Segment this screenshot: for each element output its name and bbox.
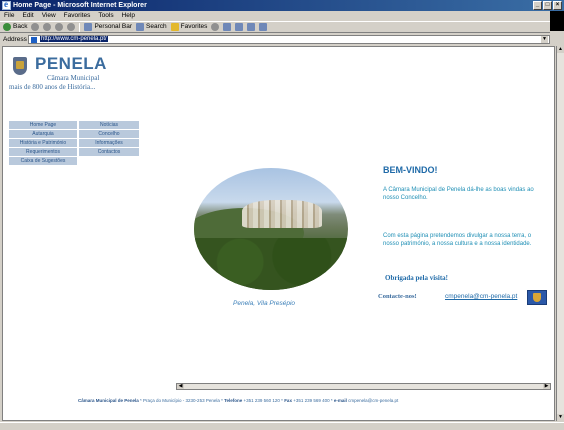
nav-home-page[interactable]: Home Page: [9, 121, 77, 129]
address-bar: Address http://www.cm-penela.pt/ ▼: [0, 34, 564, 45]
favorites-icon: [170, 23, 179, 31]
close-button[interactable]: ×: [553, 1, 562, 10]
photo-caption: Penela, Vila Presépio: [233, 300, 296, 307]
search-button[interactable]: Search: [136, 21, 167, 33]
address-label: Address: [3, 36, 27, 43]
town-photo: [194, 168, 348, 290]
site-title: PENELA: [35, 54, 107, 73]
address-url: http://www.cm-penela.pt/: [40, 36, 108, 42]
home-icon[interactable]: [67, 23, 76, 31]
edit-icon[interactable]: [247, 23, 256, 31]
refresh-icon[interactable]: [55, 23, 64, 31]
print-icon[interactable]: [235, 23, 244, 31]
site-tagline: mais de 800 anos de História...: [9, 83, 96, 91]
nav-historia[interactable]: História e Património: [9, 139, 77, 147]
footer-email: cmpenela@cm-penela.pt: [346, 398, 399, 403]
footer-phone: +351 239 560 120 *: [242, 398, 285, 403]
site-subtitle: Câmara Municipal: [47, 74, 100, 82]
nav-concelho[interactable]: Concelho: [79, 130, 139, 138]
page-content: PENELA Câmara Municipal mais de 800 anos…: [2, 46, 555, 421]
discuss-icon[interactable]: [259, 23, 268, 31]
status-bar: [0, 422, 564, 430]
footer-email-label: e-mail: [333, 398, 347, 403]
windows-logo-icon: [550, 11, 564, 31]
contact-email-link[interactable]: cmpenela@cm-penela.pt: [445, 293, 517, 300]
welcome-intro: A Câmara Municipal de Penela dá-lhe as b…: [383, 187, 534, 201]
municipal-flag-icon[interactable]: [527, 290, 547, 305]
forward-icon[interactable]: [31, 23, 40, 31]
address-input[interactable]: http://www.cm-penela.pt/ ▼: [28, 35, 550, 44]
ie-icon: [2, 0, 11, 10]
search-icon: [136, 23, 145, 31]
menu-bar: File Edit View Favorites Tools Help: [0, 11, 564, 21]
nav-requerimentos[interactable]: Requerimentos: [9, 148, 77, 156]
back-arrow-icon: [3, 23, 11, 31]
toolbar: Back Personal Bar Search Favorites: [0, 21, 550, 33]
menu-favorites[interactable]: Favorites: [64, 11, 91, 21]
welcome-heading: BEM-VINDO!: [383, 165, 438, 175]
menu-view[interactable]: View: [42, 11, 56, 21]
personal-bar-button[interactable]: Personal Bar: [84, 21, 132, 33]
title-bar: Home Page - Microsoft Internet Explorer …: [0, 0, 564, 11]
nav-contactos[interactable]: Contactos: [79, 148, 139, 156]
window-title: Home Page - Microsoft Internet Explorer: [13, 2, 147, 9]
menu-edit[interactable]: Edit: [22, 11, 33, 21]
scroll-up-icon[interactable]: ▲: [557, 46, 564, 53]
footer-phone-label: Telefone: [224, 398, 243, 403]
browser-window: Home Page - Microsoft Internet Explorer …: [0, 0, 564, 430]
footer-address: * Praça do Município - 3230-253 Penela *: [138, 398, 225, 403]
vertical-scrollbar[interactable]: ▲ ▼: [556, 46, 564, 421]
toolbar-separator: [79, 22, 81, 32]
history-icon[interactable]: [211, 23, 220, 31]
horizontal-scrollbar[interactable]: ◀ ▶: [176, 383, 551, 390]
footer-fax: +351 239 569 400 *: [291, 398, 334, 403]
footer: Câmara Municipal de Penela * Praça do Mu…: [78, 398, 543, 403]
back-label: Back: [13, 23, 28, 30]
site-nav: Home Page Notícias Autarquia Concelho Hi…: [9, 121, 139, 165]
menu-file[interactable]: File: [4, 11, 14, 21]
chevron-down-icon[interactable]: ▼: [541, 36, 548, 43]
favorites-label: Favorites: [180, 23, 208, 30]
stop-icon[interactable]: [43, 23, 52, 31]
minimize-button[interactable]: _: [533, 1, 542, 10]
menu-help[interactable]: Help: [122, 11, 135, 21]
scroll-left-icon[interactable]: ◀: [177, 384, 184, 389]
page-icon: [31, 37, 37, 43]
thanks-text: Obrigada pela visita!: [385, 274, 449, 282]
footer-fax-label: Fax: [284, 398, 292, 403]
nav-noticias[interactable]: Notícias: [79, 121, 139, 129]
coat-of-arms-icon: [13, 57, 27, 75]
personal-bar-label: Personal Bar: [94, 23, 133, 30]
scroll-down-icon[interactable]: ▼: [557, 414, 564, 421]
scroll-right-icon[interactable]: ▶: [543, 384, 550, 389]
nav-autarquia[interactable]: Autarquia: [9, 130, 77, 138]
mail-icon[interactable]: [223, 23, 232, 31]
search-label: Search: [146, 23, 167, 30]
menu-tools[interactable]: Tools: [98, 11, 113, 21]
personal-bar-icon: [84, 23, 93, 31]
nav-sugestoes[interactable]: Caixa de Sugestões: [9, 157, 77, 165]
maximize-button[interactable]: □: [543, 1, 552, 10]
welcome-purpose: Com esta página pretendemos divulgar a n…: [383, 233, 532, 247]
footer-org: Câmara Municipal de Penela: [78, 398, 139, 403]
back-button[interactable]: Back: [3, 21, 27, 33]
favorites-button[interactable]: Favorites: [170, 21, 208, 33]
nav-informacoes[interactable]: Informações: [79, 139, 139, 147]
contact-label: Contacte-nos!: [378, 293, 417, 300]
